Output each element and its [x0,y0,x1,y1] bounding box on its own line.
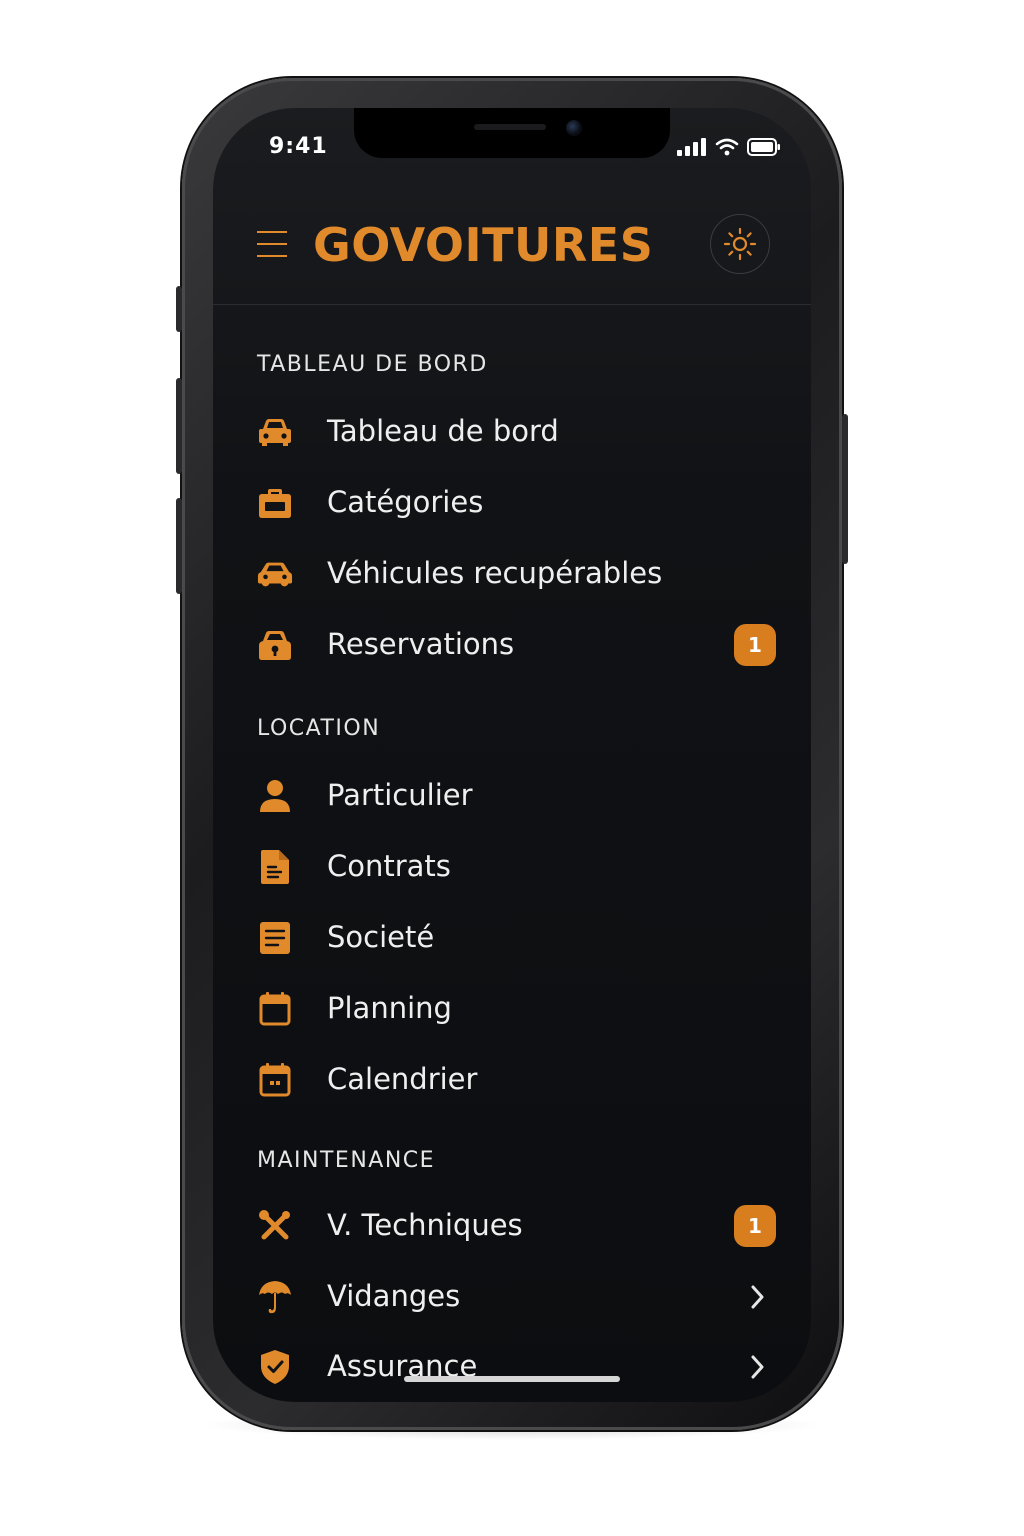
tools-icon [257,1208,293,1244]
hamburger-icon[interactable] [257,228,289,262]
wifi-icon [715,138,739,156]
chevron-right-icon [751,1285,764,1309]
menu-item-label: Planning [327,991,452,1025]
status-icons [677,138,781,156]
chevron-right-icon [751,1355,764,1379]
menu-item-categories[interactable]: Catégories [213,473,811,533]
document-icon [257,849,293,885]
menu-item-label: Particulier [327,778,473,812]
menu-item-assurance[interactable]: Assurance [213,1337,811,1397]
car-lock-icon [257,627,293,663]
home-indicator[interactable] [404,1376,620,1382]
theme-toggle-button[interactable] [710,214,770,274]
menu-item-v-techniques[interactable]: V. Techniques 1 [213,1196,811,1256]
calendar-dates-icon [257,1062,293,1098]
menu-item-label: Calendrier [327,1062,478,1096]
menu-item-vehicules-recuperables[interactable]: Véhicules recupérables [213,544,811,604]
menu-item-tableau-de-bord[interactable]: Tableau de bord [213,402,811,462]
umbrella-icon [257,1279,293,1315]
menu-item-societe[interactable]: Societé [213,908,811,968]
stage: 9:41 GOVOITURES TABLEAU DE BORD Tableau … [0,0,1024,1536]
section-title-location: LOCATION [257,716,381,741]
volume-down-button [176,498,182,594]
menu-item-label: V. Techniques [327,1208,523,1242]
brand-title: GOVOITURES [313,218,654,272]
app-header: GOVOITURES [213,198,811,305]
notch [354,108,670,158]
menu-item-label: Contrats [327,849,451,883]
earpiece-speaker [474,124,546,130]
car-icon [257,556,293,592]
menu-item-label: Reservations [327,627,515,661]
calendar-icon [257,991,293,1027]
silent-switch [176,286,182,332]
menu-item-vidanges[interactable]: Vidanges [213,1267,811,1327]
section-title-tableau-de-bord: TABLEAU DE BORD [257,352,488,377]
briefcase-icon [257,485,293,521]
app-screen: 9:41 GOVOITURES TABLEAU DE BORD Tableau … [213,108,811,1402]
menu-item-contrats[interactable]: Contrats [213,837,811,897]
shield-check-icon [257,1349,293,1385]
menu-item-label: Tableau de bord [327,414,559,448]
notification-badge: 1 [734,624,776,666]
notification-badge: 1 [734,1205,776,1247]
section-title-maintenance: MAINTENANCE [257,1148,436,1173]
battery-icon [747,138,780,156]
front-camera [566,120,582,136]
power-button [842,414,848,564]
menu-item-reservations[interactable]: Reservations 1 [213,615,811,675]
status-time: 9:41 [269,134,328,159]
cellular-signal-icon [677,138,706,156]
sun-icon [723,227,757,261]
car-front-icon [257,414,293,450]
menu-item-label: Vidanges [327,1279,461,1313]
menu-item-particulier[interactable]: Particulier [213,766,811,826]
menu-item-calendrier[interactable]: Calendrier [213,1050,811,1110]
menu-item-label: Catégories [327,485,484,519]
menu-item-planning[interactable]: Planning [213,979,811,1039]
menu-item-label: Véhicules recupérables [327,556,663,590]
menu-item-label: Societé [327,920,435,954]
volume-up-button [176,378,182,474]
notes-icon [257,920,293,956]
person-icon [257,778,293,814]
